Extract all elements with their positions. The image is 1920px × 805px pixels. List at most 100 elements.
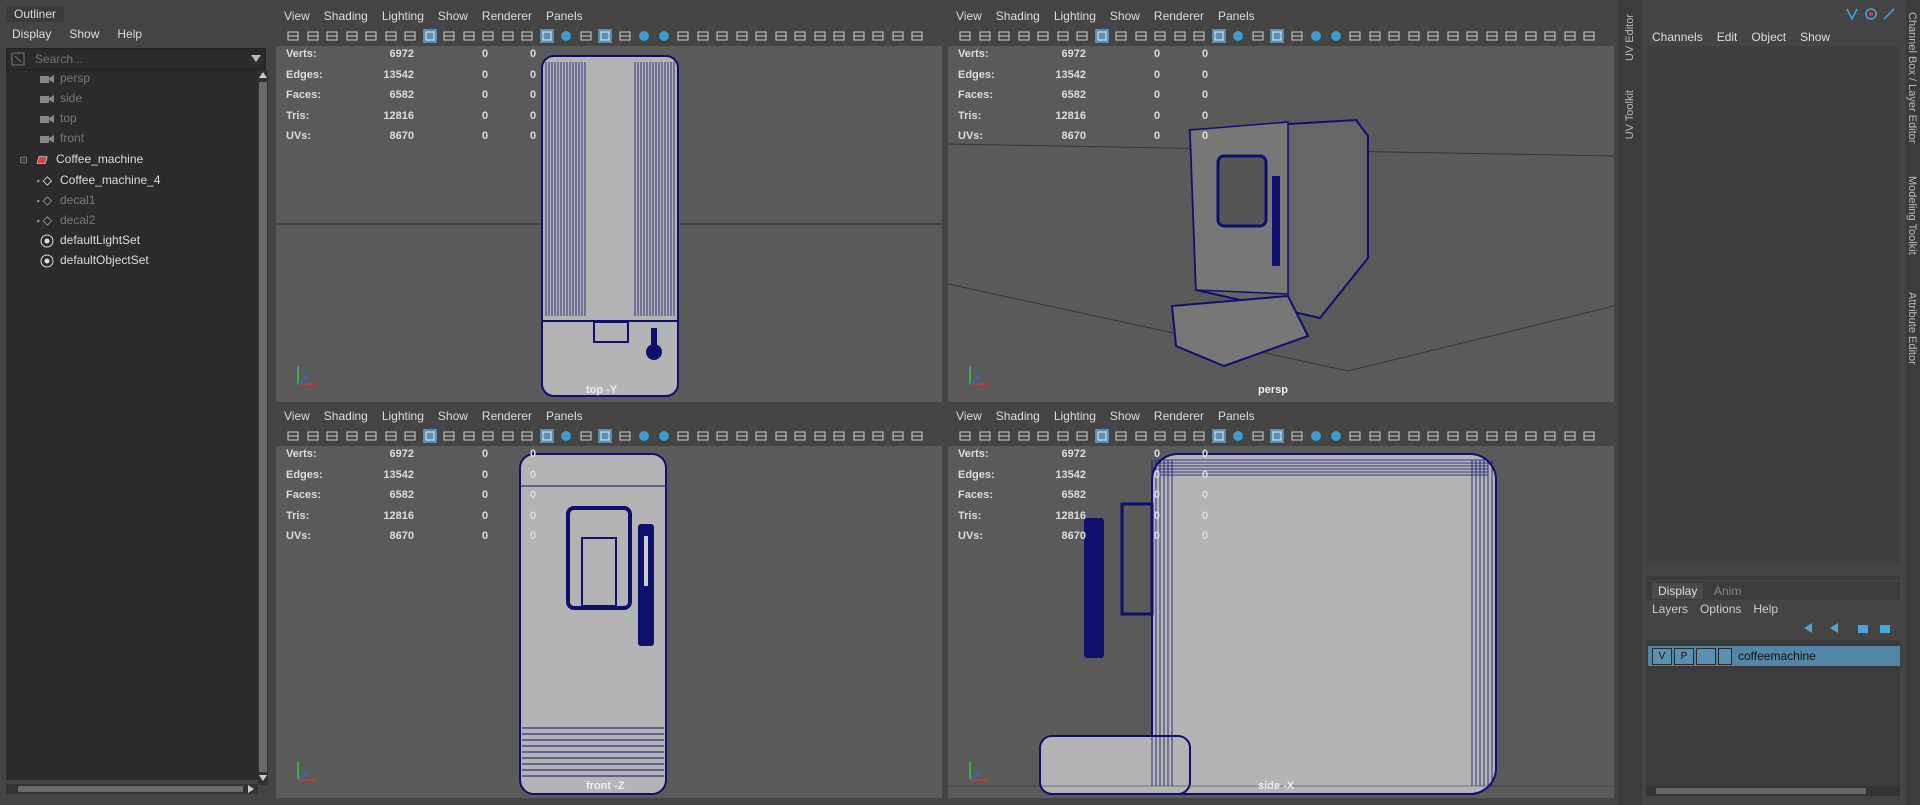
layer-playback-toggle[interactable]: P (1674, 648, 1694, 665)
viewport-tool-icon[interactable] (1114, 29, 1128, 43)
viewport-tool-icon[interactable] (1017, 29, 1031, 43)
viewport-tool-icon[interactable] (696, 29, 710, 43)
viewport-tool-icon[interactable] (422, 29, 437, 43)
tab-modeling-toolkit[interactable]: Modeling Toolkit (1906, 176, 1918, 255)
viewport-tool-icon[interactable] (813, 29, 827, 43)
viewport-tool-icon[interactable] (1231, 29, 1245, 43)
outliner-horizontal-scrollbar[interactable] (6, 784, 258, 794)
tab-attribute-editor[interactable]: Attribute Editor (1906, 292, 1918, 365)
tree-item-decal1[interactable]: decal1 (34, 190, 95, 210)
viewport-tool-icon[interactable] (1231, 429, 1245, 443)
scroll-thumb[interactable] (1656, 788, 1866, 794)
outliner-menu-display[interactable]: Display (12, 27, 51, 41)
viewport-tool-icon[interactable] (997, 429, 1011, 443)
viewport-tool-icon[interactable] (384, 29, 398, 43)
menu-layers[interactable]: Layers (1652, 602, 1688, 616)
viewport-tool-icon[interactable] (1543, 429, 1557, 443)
viewport-tool-icon[interactable] (481, 429, 495, 443)
viewport-tool-icon[interactable] (1309, 29, 1323, 43)
viewport-persp[interactable]: View Shading Lighting Show Renderer Panels Ver… (948, 6, 1614, 402)
outliner-menu-help[interactable]: Help (117, 27, 142, 41)
viewport-menu-shading[interactable]: Shading (996, 6, 1040, 26)
viewport-tool-icon[interactable] (1094, 429, 1109, 443)
viewport-tool-icon[interactable] (520, 429, 534, 443)
viewport-tool-icon[interactable] (1407, 29, 1421, 43)
viewport-tool-icon[interactable] (598, 29, 612, 43)
viewport-tool-icon[interactable] (637, 29, 651, 43)
viewport-tool-icon[interactable] (1270, 29, 1284, 43)
viewport-tool-icon[interactable] (1056, 29, 1070, 43)
viewport-tool-icon[interactable] (1329, 429, 1343, 443)
layer-row-coffeemachine[interactable]: V P coffeemachine (1648, 646, 1900, 666)
viewport-menu-show[interactable]: Show (438, 406, 468, 426)
tree-item-top[interactable]: top (40, 108, 77, 128)
viewport-tool-icon[interactable] (579, 429, 593, 443)
viewport-tool-icon[interactable] (325, 29, 339, 43)
viewport-tool-icon[interactable] (1504, 429, 1518, 443)
viewport-tool-icon[interactable] (579, 29, 593, 43)
viewport-menu-panels[interactable]: Panels (1218, 406, 1255, 426)
viewport-tool-icon[interactable] (735, 429, 749, 443)
viewport-tool-icon[interactable] (891, 429, 905, 443)
scroll-down-icon[interactable] (259, 775, 267, 781)
viewport-tool-icon[interactable] (1582, 29, 1596, 43)
viewport-tool-icon[interactable] (1368, 29, 1382, 43)
layer-tool-icons[interactable] (1802, 620, 1898, 636)
viewport-tool-icon[interactable] (715, 29, 729, 43)
viewport-menu-shading[interactable]: Shading (324, 6, 368, 26)
viewport-tool-icon[interactable] (1485, 29, 1499, 43)
viewport-tool-icon[interactable] (618, 429, 632, 443)
menu-object[interactable]: Object (1751, 27, 1786, 47)
viewport-tool-icon[interactable] (1543, 29, 1557, 43)
viewport-tool-icon[interactable] (1407, 429, 1421, 443)
viewport-tool-icon[interactable] (345, 429, 359, 443)
viewport-tool-icon[interactable] (1465, 429, 1479, 443)
viewport-tool-icon[interactable] (715, 429, 729, 443)
viewport-tool-icon[interactable] (1387, 429, 1401, 443)
viewport-tool-icon[interactable] (1134, 29, 1148, 43)
viewport-menu-shading[interactable]: Shading (996, 406, 1040, 426)
viewport-tool-icon[interactable] (501, 29, 515, 43)
viewport-menu-view[interactable]: View (956, 6, 982, 26)
viewport-tool-icon[interactable] (559, 429, 573, 443)
viewport-tool-icon[interactable] (997, 29, 1011, 43)
panel-options-icons[interactable] (1844, 6, 1900, 22)
viewport-tool-icon[interactable] (501, 429, 515, 443)
viewport-tool-icon[interactable] (1056, 429, 1070, 443)
tree-item-front[interactable]: front (40, 128, 84, 148)
viewport-tool-icon[interactable] (1446, 29, 1460, 43)
viewport-tool-icon[interactable] (286, 429, 300, 443)
outliner-tab[interactable]: Outliner (6, 6, 65, 22)
splitter[interactable] (1646, 576, 1900, 580)
viewport-tool-icon[interactable] (852, 29, 866, 43)
viewport-tool-icon[interactable] (1173, 29, 1187, 43)
viewport-tool-icon[interactable] (1465, 29, 1479, 43)
viewport-tool-icon[interactable] (384, 429, 398, 443)
tree-item-side[interactable]: side (40, 88, 82, 108)
viewport-tool-icon[interactable] (539, 429, 554, 443)
viewport-tool-icon[interactable] (481, 29, 495, 43)
viewport-tool-icon[interactable] (306, 429, 320, 443)
viewport-tool-icon[interactable] (1211, 429, 1226, 443)
viewport-tool-icon[interactable] (539, 29, 554, 43)
viewport-menu-lighting[interactable]: Lighting (382, 6, 424, 26)
viewport-menu-show[interactable]: Show (1110, 406, 1140, 426)
viewport-tool-icon[interactable] (754, 29, 768, 43)
viewport-tool-icon[interactable] (676, 29, 690, 43)
viewport-tool-icon[interactable] (637, 429, 651, 443)
layer-visibility-toggle[interactable]: V (1652, 648, 1672, 665)
viewport-tool-icon[interactable] (1251, 29, 1265, 43)
viewport-tool-icon[interactable] (345, 29, 359, 43)
viewport-tool-icon[interactable] (403, 29, 417, 43)
viewport-front[interactable]: View Shading Lighting Show Renderer Panels Ver… (276, 406, 942, 798)
viewport-menu-shading[interactable]: Shading (324, 406, 368, 426)
viewport-tool-icon[interactable] (832, 29, 846, 43)
menu-show[interactable]: Show (1800, 27, 1830, 47)
viewport-tool-icon[interactable] (1251, 429, 1265, 443)
viewport-tool-icon[interactable] (871, 429, 885, 443)
viewport-tool-icon[interactable] (1309, 429, 1323, 443)
viewport-tool-icon[interactable] (1563, 429, 1577, 443)
viewport-tool-icon[interactable] (910, 429, 924, 443)
viewport-side[interactable]: View Shading Lighting Show Renderer Panels Ver… (948, 406, 1614, 798)
viewport-tool-icon[interactable] (1270, 429, 1284, 443)
